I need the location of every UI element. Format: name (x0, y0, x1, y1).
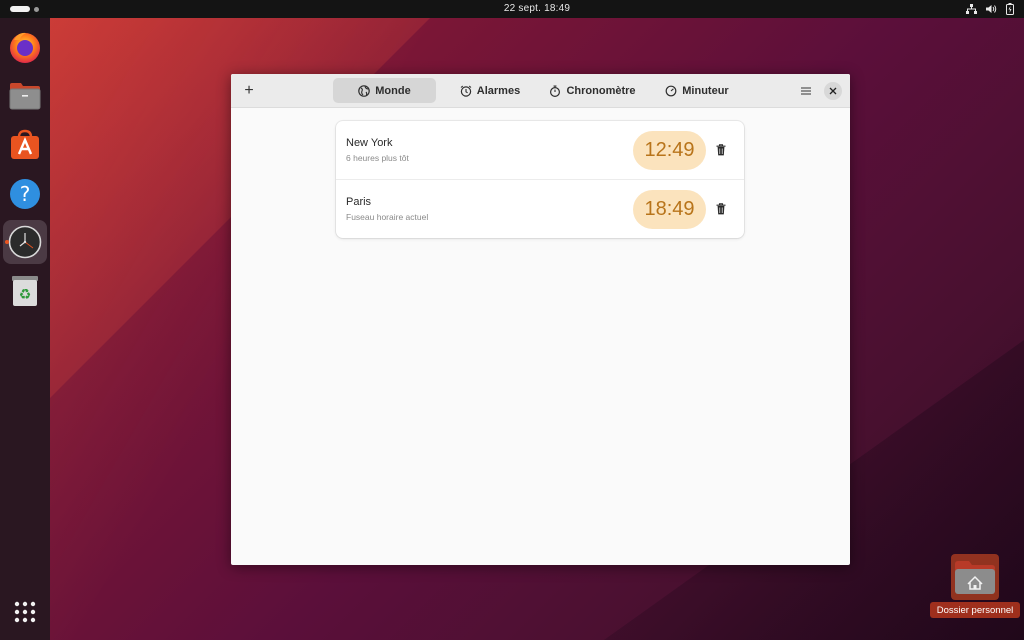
tab-alarms-label: Alarmes (476, 84, 521, 97)
dock-firefox[interactable] (3, 25, 47, 69)
tab-alarms[interactable]: Alarmes (450, 78, 530, 103)
tab-timer[interactable]: Minuteur (656, 78, 738, 103)
home-folder-icon[interactable] (951, 554, 999, 600)
globe-icon (358, 84, 371, 97)
world-clocks-list: New York 6 heures plus tôt 12:49 Paris F… (336, 121, 744, 238)
time-offset: Fuseau horaire actuel (346, 212, 429, 222)
home-folder-label[interactable]: Dossier personnel (930, 602, 1020, 618)
close-icon (829, 87, 837, 95)
volume-icon (986, 5, 997, 13)
time-display: 12:49 (633, 131, 706, 170)
city-name: Paris (346, 196, 372, 208)
dock-clocks[interactable] (3, 220, 47, 264)
delete-button[interactable] (712, 200, 730, 218)
firefox-icon (10, 32, 40, 63)
app-center-icon (11, 129, 39, 159)
clocks-window: + Monde Alarmes Chronomètre Minuteur New… (231, 74, 850, 565)
dock-app-center[interactable] (3, 123, 47, 167)
list-item[interactable]: New York 6 heures plus tôt 12:49 (336, 121, 744, 179)
dock: ? ♻ (0, 18, 50, 640)
topbar-clock[interactable]: 22 sept. 18:49 (0, 3, 1024, 14)
main-menu-button[interactable] (796, 81, 816, 101)
header-bar: + Monde Alarmes Chronomètre Minuteur (231, 74, 850, 108)
time-offset: 6 heures plus tôt (346, 153, 409, 163)
show-apps-icon (14, 601, 36, 623)
help-icon: ? (10, 179, 40, 209)
clocks-icon (8, 225, 42, 259)
plus-icon: + (244, 82, 254, 99)
tab-stopwatch-label: Chronomètre (566, 84, 636, 97)
timer-icon (665, 85, 677, 96)
hamburger-icon (801, 87, 811, 95)
alarm-icon (460, 85, 472, 97)
dock-help[interactable]: ? (3, 172, 47, 216)
time-display: 18:49 (633, 190, 706, 229)
stopwatch-icon (550, 84, 561, 97)
delete-button[interactable] (712, 141, 730, 159)
add-button[interactable]: + (239, 81, 259, 101)
close-button[interactable] (824, 82, 842, 100)
system-tray[interactable] (966, 2, 1014, 16)
city-name: New York (346, 137, 393, 149)
files-icon (9, 83, 41, 110)
folder-home-icon (955, 561, 995, 594)
top-bar: 22 sept. 18:49 (0, 0, 1024, 18)
dock-files[interactable] (3, 74, 47, 118)
trash-icon (716, 203, 726, 215)
dock-trash[interactable]: ♻ (3, 269, 47, 313)
trash-icon: ♻ (12, 276, 38, 306)
tab-world[interactable]: Monde (333, 78, 436, 103)
show-apps-button[interactable] (3, 590, 47, 634)
tab-world-label: Monde (375, 84, 411, 97)
svg-text:♻: ♻ (19, 287, 32, 303)
battery-icon (1006, 3, 1014, 15)
tab-stopwatch[interactable]: Chronomètre (541, 78, 644, 103)
tab-timer-label: Minuteur (682, 84, 729, 97)
running-indicator (5, 240, 9, 244)
svg-text:?: ? (20, 182, 31, 206)
trash-icon (716, 144, 726, 156)
list-item[interactable]: Paris Fuseau horaire actuel 18:49 (336, 179, 744, 237)
network-icon (966, 4, 977, 14)
